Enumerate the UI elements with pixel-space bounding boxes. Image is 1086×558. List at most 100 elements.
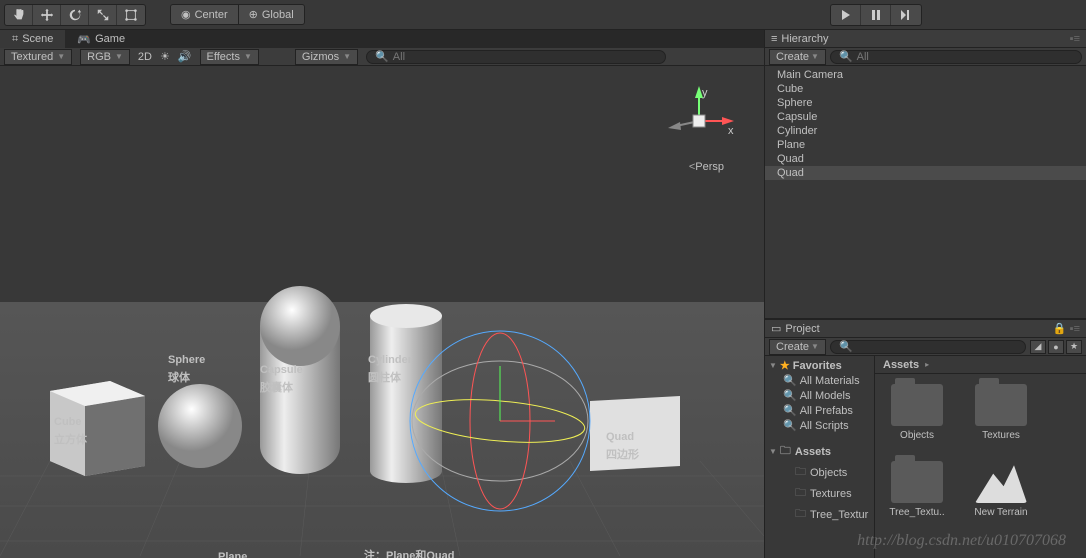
- effects-dropdown[interactable]: Effects▼: [200, 49, 259, 65]
- main-toolbar: ◉Center ⊕ Global: [0, 0, 1086, 30]
- scene-objects: [0, 66, 764, 556]
- hierarchy-item[interactable]: Quad: [765, 152, 1086, 166]
- shading-dropdown[interactable]: Textured ▼: [4, 49, 72, 65]
- project-icon: ▭: [771, 322, 781, 335]
- tab-game-label: Game: [95, 33, 125, 45]
- hierarchy-header[interactable]: ≡Hierarchy▪≡: [765, 30, 1086, 48]
- search-icon: 🔍: [783, 389, 797, 402]
- tree-folder[interactable]: 🗀Objects: [765, 462, 874, 483]
- hierarchy-search[interactable]: 🔍All: [830, 50, 1082, 64]
- project-tree: ▼★Favorites 🔍All Materials 🔍All Models 🔍…: [765, 356, 875, 558]
- search-icon: 🔍: [839, 340, 853, 353]
- project-toolbar: Create▼ 🔍 ◢ ● ★: [765, 338, 1086, 356]
- filter-icon[interactable]: ◢: [1030, 340, 1046, 354]
- cylinder-object: [370, 304, 442, 483]
- rgb-dropdown[interactable]: RGB ▼: [80, 49, 130, 65]
- pivot-center[interactable]: ◉Center: [170, 4, 239, 25]
- tab-scene[interactable]: ⌗Scene: [0, 30, 65, 48]
- audio-toggle[interactable]: 🔊: [178, 50, 192, 63]
- panel-menu-icon[interactable]: ▪≡: [1070, 33, 1080, 45]
- folder-icon: [891, 384, 943, 426]
- hierarchy-list: Main Camera Cube Sphere Capsule Cylinder…: [765, 66, 1086, 318]
- rotate-tool[interactable]: [61, 5, 89, 25]
- pivot-global[interactable]: ⊕ Global: [239, 4, 305, 25]
- tree-folder[interactable]: 🗀Tree_Textur: [765, 504, 874, 525]
- global-label: Global: [262, 9, 294, 21]
- favorite-item[interactable]: 🔍All Materials: [765, 373, 874, 388]
- rect-tool[interactable]: [117, 5, 145, 25]
- hierarchy-item[interactable]: Plane: [765, 138, 1086, 152]
- project-title: Project: [785, 323, 819, 335]
- favorite-item[interactable]: 🔍All Scripts: [765, 418, 874, 433]
- assets-header[interactable]: ▼🗀Assets: [765, 441, 874, 462]
- project-panel: ▭ Project 🔒 ▪≡ Create▼ 🔍 ◢ ● ★ ▼★Favorites…: [765, 318, 1086, 558]
- hierarchy-title: Hierarchy: [781, 33, 828, 45]
- favorite-item[interactable]: 🔍All Prefabs: [765, 403, 874, 418]
- chevron-down-icon: ▼: [57, 52, 65, 61]
- folder-icon: [975, 384, 1027, 426]
- hierarchy-item[interactable]: Cube: [765, 82, 1086, 96]
- hierarchy-item[interactable]: Quad: [765, 166, 1086, 180]
- asset-folder[interactable]: Tree_Textu..: [885, 461, 949, 518]
- scene-viewport[interactable]: x y <Persp: [0, 66, 764, 558]
- project-filter-icons: ◢ ● ★: [1030, 340, 1082, 354]
- lock-icon[interactable]: 🔒 ▪≡: [1053, 322, 1080, 335]
- light-toggle[interactable]: ☀: [160, 50, 170, 63]
- mode-2d[interactable]: 2D: [138, 51, 152, 63]
- play-controls: [830, 4, 922, 26]
- shading-label: Textured: [11, 51, 53, 63]
- project-header[interactable]: ▭ Project 🔒 ▪≡: [765, 320, 1086, 338]
- asset-folder[interactable]: Objects: [885, 384, 949, 441]
- filter-type-icon[interactable]: ●: [1048, 340, 1064, 354]
- pivot-controls: ◉Center ⊕ Global: [170, 4, 305, 25]
- folder-icon: 🗀: [795, 463, 807, 482]
- folder-icon: 🗀: [780, 442, 792, 461]
- search-placeholder: All: [393, 51, 405, 63]
- scale-tool[interactable]: [89, 5, 117, 25]
- play-button[interactable]: [831, 5, 861, 25]
- favorites-header[interactable]: ▼★Favorites: [765, 358, 874, 373]
- project-search[interactable]: 🔍: [830, 340, 1026, 354]
- asset-terrain[interactable]: New Terrain: [969, 461, 1033, 518]
- folder-icon: 🗀: [795, 505, 807, 524]
- transform-tools: [4, 4, 146, 26]
- project-breadcrumb[interactable]: Assets▸: [875, 356, 1086, 374]
- search-icon: 🔍: [783, 419, 797, 432]
- effects-label: Effects: [207, 51, 240, 63]
- search-icon: 🔍: [783, 404, 797, 417]
- tab-scene-label: Scene: [22, 33, 53, 45]
- gizmos-dropdown[interactable]: Gizmos▼: [295, 49, 358, 65]
- filter-label-icon[interactable]: ★: [1066, 340, 1082, 354]
- hand-tool[interactable]: [5, 5, 33, 25]
- hierarchy-item[interactable]: Cylinder: [765, 124, 1086, 138]
- scene-toolbar: Textured ▼ RGB ▼ 2D ☀ 🔊 Effects▼ Gizmos▼ 🔍…: [0, 48, 764, 66]
- gizmos-label: Gizmos: [302, 51, 339, 63]
- favorite-item[interactable]: 🔍All Models: [765, 388, 874, 403]
- tab-game[interactable]: 🎮 Game: [65, 30, 137, 48]
- rgb-label: RGB: [87, 51, 111, 63]
- view-tabs: ⌗Scene 🎮 Game: [0, 30, 764, 48]
- search-icon: 🔍: [839, 50, 853, 63]
- sphere-object: [158, 384, 242, 468]
- center-icon: ◉: [181, 8, 191, 21]
- folder-icon: 🗀: [795, 484, 807, 503]
- step-button[interactable]: [891, 5, 921, 25]
- hierarchy-item[interactable]: Sphere: [765, 96, 1086, 110]
- chevron-down-icon: ▼: [115, 52, 123, 61]
- asset-folder[interactable]: Textures: [969, 384, 1033, 441]
- tree-folder[interactable]: 🗀Textures: [765, 483, 874, 504]
- chevron-right-icon: ▸: [925, 360, 929, 369]
- search-icon: 🔍: [375, 50, 389, 63]
- move-tool[interactable]: [33, 5, 61, 25]
- project-create[interactable]: Create▼: [769, 339, 826, 355]
- pause-button[interactable]: [861, 5, 891, 25]
- hierarchy-item[interactable]: Main Camera: [765, 68, 1086, 82]
- global-icon: ⊕: [249, 8, 258, 21]
- hierarchy-item[interactable]: Capsule: [765, 110, 1086, 124]
- scene-search[interactable]: 🔍 All: [366, 50, 666, 64]
- hierarchy-toolbar: Create▼ 🔍All: [765, 48, 1086, 66]
- star-icon: ★: [780, 359, 790, 372]
- hierarchy-create[interactable]: Create▼: [769, 49, 826, 65]
- game-icon: 🎮: [77, 33, 91, 46]
- folder-icon: [891, 461, 943, 503]
